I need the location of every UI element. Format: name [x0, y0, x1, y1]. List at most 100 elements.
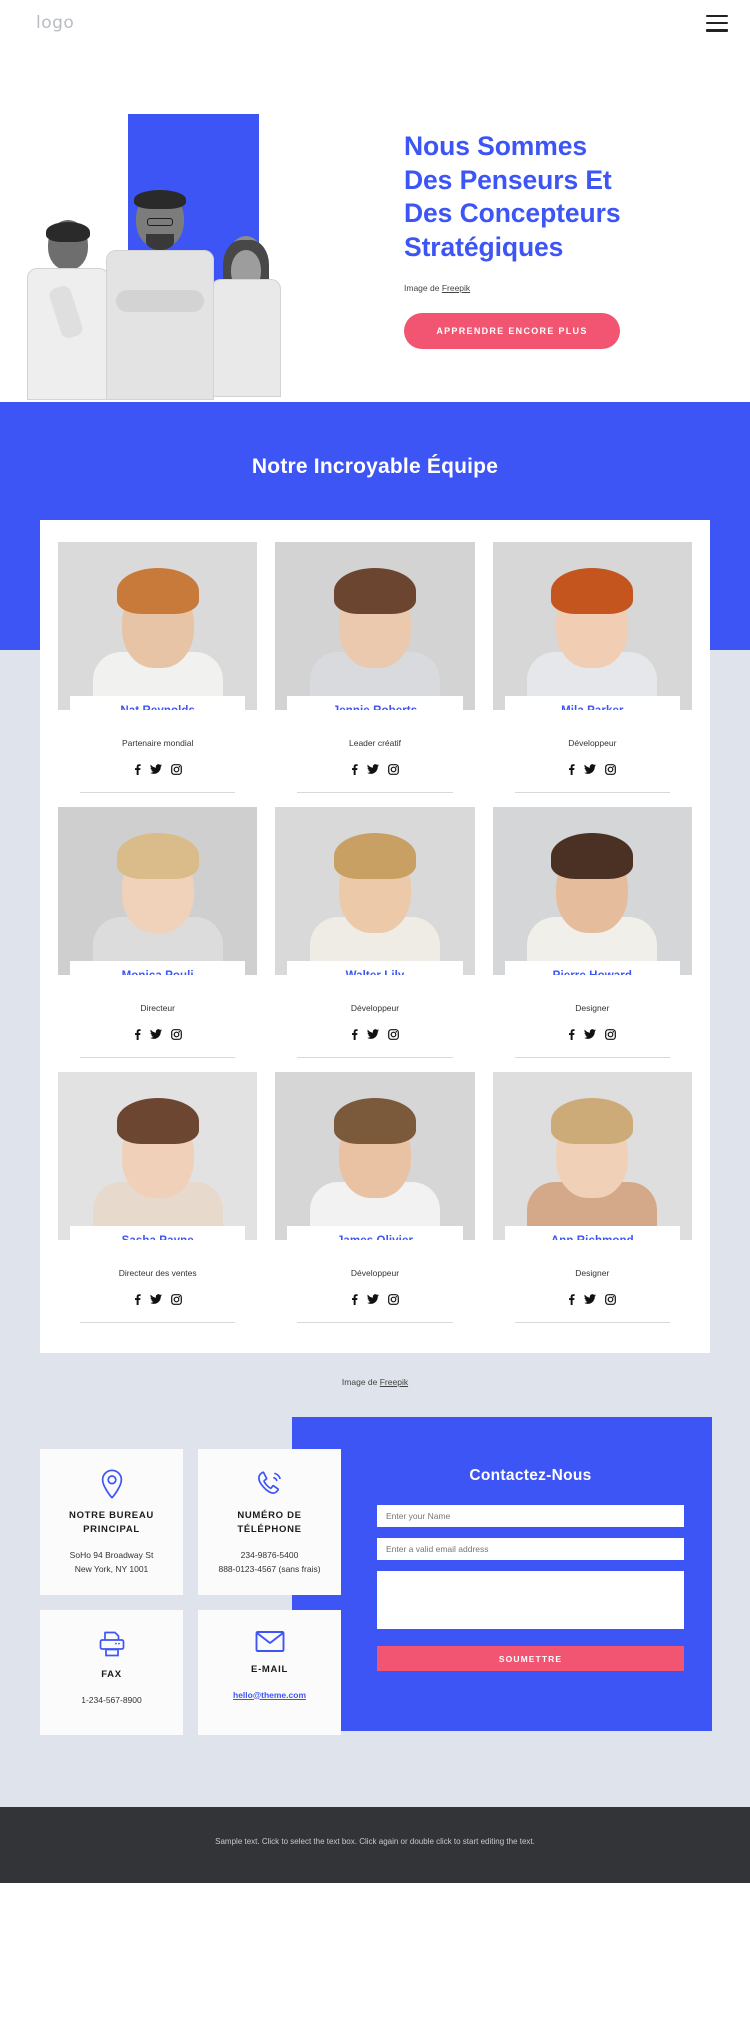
facebook-icon[interactable]: [568, 1294, 575, 1308]
member-role: Développeur: [350, 1003, 400, 1013]
member-name: Walter Lily: [291, 970, 458, 975]
member-social-links: [275, 1029, 474, 1043]
member-photo: Pierre Howard: [492, 807, 692, 975]
contact-info-title: NOTRE BUREAU PRINCIPAL: [69, 1510, 154, 1536]
team-card-panel: Nat Reynolds Partenaire mondial Jennie Rob…: [40, 520, 710, 1353]
team-credit-link[interactable]: Freepik: [380, 1377, 408, 1387]
contact-info-card: FAX 1-234-567-8900: [40, 1610, 183, 1736]
member-role: Designer: [575, 1003, 610, 1013]
member-role: Leader créatif: [349, 738, 401, 748]
contact-info-title: FAX: [101, 1669, 122, 1681]
logo[interactable]: logo: [36, 13, 74, 33]
member-social-links: [493, 764, 692, 778]
member-name-bar: Jennie Roberts: [287, 696, 463, 710]
member-divider: [514, 792, 670, 793]
site-footer: Sample text. Click to select the text bo…: [0, 1807, 750, 1883]
member-name-bar: Sasha Payne: [70, 1226, 246, 1240]
email-link[interactable]: hello@theme.com: [233, 1690, 306, 1700]
footer-text: Sample text. Click to select the text bo…: [215, 1837, 535, 1847]
member-photo: Ann Richmond: [492, 1072, 692, 1240]
twitter-icon[interactable]: [149, 764, 162, 778]
twitter-icon[interactable]: [366, 1029, 379, 1043]
instagram-icon[interactable]: [388, 1029, 399, 1043]
team-member-card: Mila Parker Développeur: [492, 542, 692, 793]
facebook-icon[interactable]: [134, 1294, 141, 1308]
hamburger-icon[interactable]: [706, 14, 728, 32]
hero-person-1: [25, 212, 111, 402]
member-name-bar: Pierre Howard: [504, 961, 680, 975]
submit-button[interactable]: SOUMETTRE: [377, 1646, 684, 1671]
member-role: Directeur des ventes: [118, 1268, 197, 1278]
member-divider: [514, 1057, 670, 1058]
contact-info-line: 888-0123-4567 (sans frais): [218, 1564, 321, 1575]
facebook-icon[interactable]: [351, 764, 358, 778]
contact-info-line: 1-234-567-8900: [81, 1694, 142, 1705]
member-social-links: [58, 1029, 257, 1043]
member-name-bar: Mila Parker: [504, 696, 680, 710]
learn-more-button[interactable]: APPRENDRE ENCORE PLUS: [404, 312, 620, 349]
member-photo: Nat Reynolds: [58, 542, 258, 710]
message-input[interactable]: [377, 1571, 684, 1629]
member-role: Développeur: [568, 738, 617, 748]
hero-image-credit: Image de Freepik: [404, 283, 724, 293]
member-social-links: [58, 764, 257, 778]
facebook-icon[interactable]: [568, 764, 575, 778]
email-input[interactable]: [377, 1538, 684, 1560]
member-name: Monica Pouli: [74, 970, 241, 975]
contact-info-card: E-MAIL hello@theme.com: [198, 1610, 341, 1736]
hero-title-line-2: Des Penseurs Et: [404, 164, 612, 195]
instagram-icon[interactable]: [170, 1029, 182, 1043]
member-social-links: [493, 1029, 692, 1043]
member-name-bar: Monica Pouli: [70, 961, 246, 975]
envelope-icon: [208, 1630, 331, 1653]
contact-info-grid: NOTRE BUREAU PRINCIPAL SoHo 94 Broadway S…: [40, 1449, 341, 1736]
hero-title-line-3: Des Concepteurs: [404, 198, 621, 229]
team-member-card: Ann Richmond Designer: [492, 1072, 692, 1323]
contact-info-line: 234-9876-5400: [240, 1549, 299, 1560]
member-social-links: [493, 1294, 692, 1308]
team-heading: Notre Incroyable Équipe: [251, 455, 499, 478]
name-input[interactable]: [377, 1505, 684, 1527]
hero-text-block: Nous Sommes Des Penseurs Et Des Concepte…: [404, 130, 724, 349]
contact-info-title: E-MAIL: [251, 1664, 288, 1676]
twitter-icon[interactable]: [149, 1294, 162, 1308]
site-header: logo: [0, 0, 750, 46]
twitter-icon[interactable]: [366, 1294, 379, 1308]
hero-title-line-1: Nous Sommes: [404, 131, 587, 161]
contact-inner: NOTRE BUREAU PRINCIPAL SoHo 94 Broadway S…: [0, 1449, 750, 1736]
twitter-icon[interactable]: [149, 1029, 162, 1043]
team-credit-prefix: Image de: [341, 1377, 380, 1387]
twitter-icon[interactable]: [366, 764, 379, 778]
member-role: Partenaire mondial: [121, 738, 194, 748]
twitter-icon[interactable]: [584, 1029, 597, 1043]
hero-section: Nous Sommes Des Penseurs Et Des Concepte…: [0, 46, 750, 402]
facebook-icon[interactable]: [351, 1029, 358, 1043]
hero-team-photo: [25, 186, 295, 402]
team-member-card: Walter Lily Développeur: [275, 807, 475, 1058]
facebook-icon[interactable]: [134, 1029, 141, 1043]
facebook-icon[interactable]: [351, 1294, 358, 1308]
instagram-icon[interactable]: [388, 1294, 399, 1308]
twitter-icon[interactable]: [584, 764, 597, 778]
team-member-card: Pierre Howard Designer: [492, 807, 692, 1058]
contact-info-card: NUMÉRO DE TÉLÉPHONE 234-9876-5400 888-0123…: [198, 1449, 341, 1596]
team-member-card: James Olivier Développeur: [275, 1072, 475, 1323]
instagram-icon[interactable]: [170, 1294, 182, 1308]
facebook-icon[interactable]: [568, 1029, 575, 1043]
instagram-icon[interactable]: [605, 1294, 617, 1308]
instagram-icon[interactable]: [170, 764, 182, 778]
member-name: Pierre Howard: [509, 970, 676, 975]
instagram-icon[interactable]: [605, 764, 617, 778]
member-name-bar: Ann Richmond: [504, 1226, 680, 1240]
contact-info-line: New York, NY 1001: [74, 1564, 149, 1575]
twitter-icon[interactable]: [584, 1294, 597, 1308]
member-name: James Olivier: [291, 1235, 458, 1240]
hero-credit-link[interactable]: Freepik: [442, 283, 470, 293]
instagram-icon[interactable]: [605, 1029, 617, 1043]
member-role: Directeur: [140, 1003, 175, 1013]
instagram-icon[interactable]: [388, 764, 399, 778]
member-photo: Mila Parker: [492, 542, 692, 710]
team-section: Notre Incroyable Équipe Nat Reynolds Part…: [0, 402, 750, 1387]
team-grid: Nat Reynolds Partenaire mondial Jennie Rob…: [58, 542, 692, 1323]
facebook-icon[interactable]: [134, 764, 141, 778]
